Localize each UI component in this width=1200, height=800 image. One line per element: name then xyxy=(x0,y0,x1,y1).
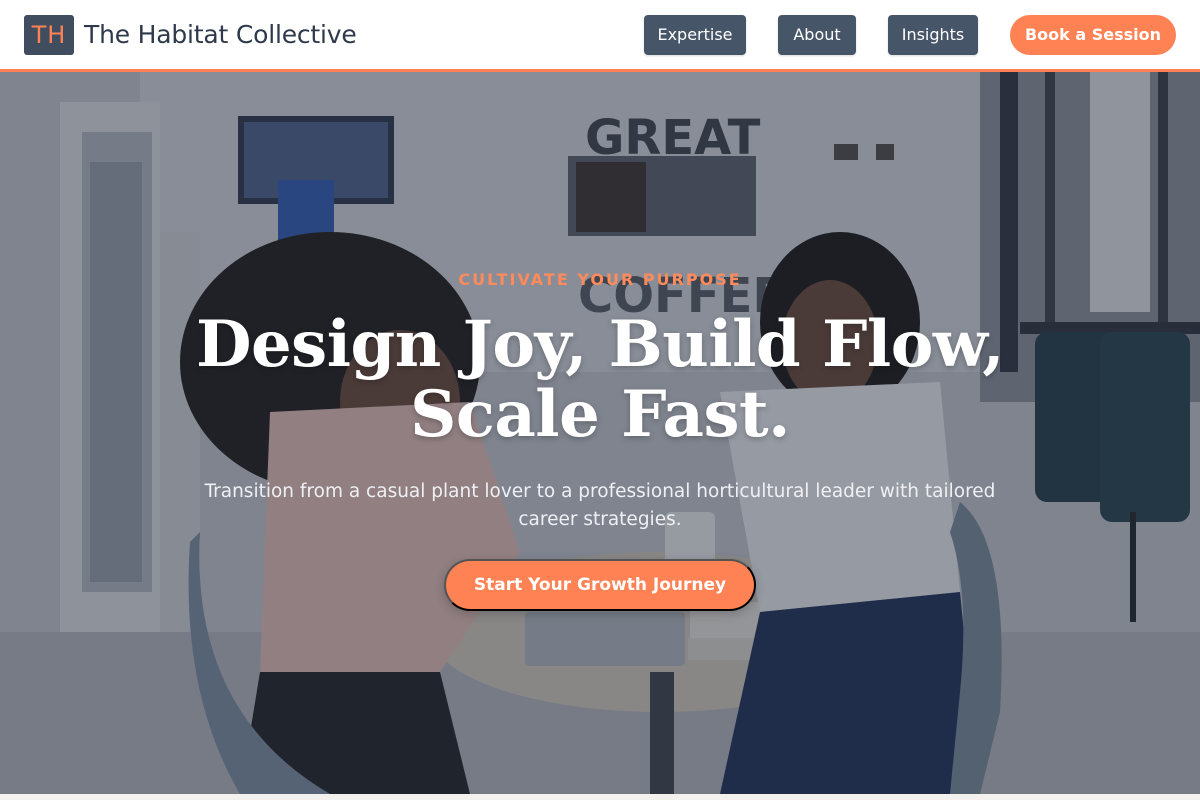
nav-expertise-button[interactable]: Expertise xyxy=(644,14,746,55)
start-growth-journey-button[interactable]: Start Your Growth Journey xyxy=(444,559,756,611)
hero-headline-line1: Design Joy, Build Flow, xyxy=(195,307,1005,382)
hero-headline-line2: Scale Fast. xyxy=(410,377,790,452)
logo-mark: TH xyxy=(24,14,74,55)
site-header: TH The Habitat Collective Expertise Abou… xyxy=(0,0,1200,72)
hero-eyebrow: CULTIVATE YOUR PURPOSE xyxy=(458,270,742,289)
brand-logo-link[interactable]: TH The Habitat Collective xyxy=(24,14,357,55)
hero-headline: Design Joy, Build Flow, Scale Fast. xyxy=(150,310,1050,450)
hero-subhead: Transition from a casual plant lover to … xyxy=(204,481,996,530)
book-session-button[interactable]: Book a Session xyxy=(1010,14,1176,55)
brand-name: The Habitat Collective xyxy=(84,20,357,49)
page-bottom-strip xyxy=(0,794,1200,800)
nav-insights-button[interactable]: Insights xyxy=(888,14,978,55)
hero-content: CULTIVATE YOUR PURPOSE Design Joy, Build… xyxy=(0,72,1200,794)
hero-section: GREAT COFFEE CULTIVATE YOUR PURPOSE Desi… xyxy=(0,72,1200,794)
nav-about-button[interactable]: About xyxy=(778,14,856,55)
main-nav: Expertise About Insights Book a Session xyxy=(644,14,1176,55)
